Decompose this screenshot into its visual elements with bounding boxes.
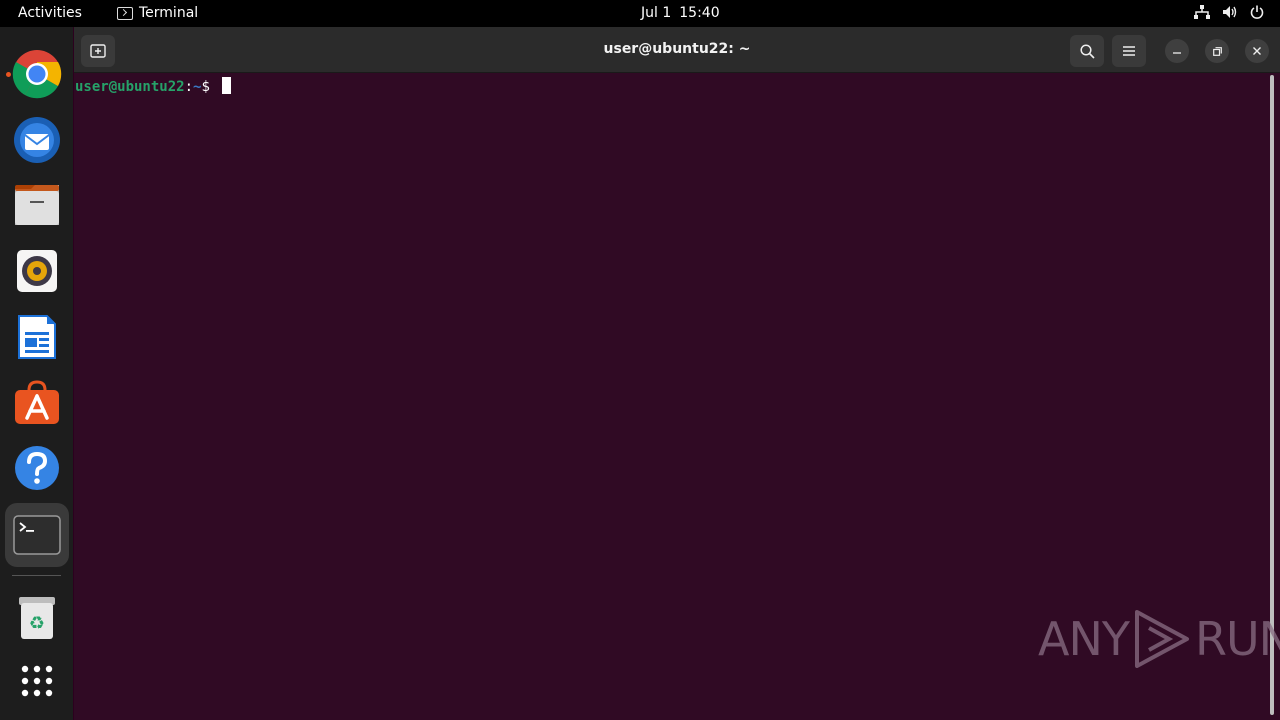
thunderbird-icon bbox=[14, 117, 60, 163]
network-icon bbox=[1194, 5, 1210, 19]
header-bar[interactable]: user@ubuntu22: ~ bbox=[74, 27, 1280, 73]
terminal-small-icon bbox=[117, 6, 133, 20]
software-icon bbox=[15, 380, 59, 424]
clock-date: Jul 1 bbox=[641, 5, 672, 21]
restore-icon bbox=[1212, 46, 1222, 56]
prompt-colon: : bbox=[184, 79, 194, 95]
app-menu-label: Terminal bbox=[139, 5, 199, 21]
maximize-button[interactable] bbox=[1205, 39, 1229, 63]
prompt-user-host: user@ubuntu22 bbox=[75, 79, 185, 95]
search-button[interactable] bbox=[1070, 35, 1104, 67]
trash-icon: ♻ bbox=[19, 597, 55, 639]
watermark-right: RUN bbox=[1194, 612, 1280, 666]
system-tray[interactable] bbox=[1194, 5, 1264, 19]
dock-item-trash[interactable]: ♻ bbox=[5, 586, 69, 650]
hamburger-menu-icon bbox=[1123, 46, 1135, 56]
prompt-symbol: $ bbox=[201, 79, 219, 95]
help-icon bbox=[15, 446, 59, 490]
chrome-icon bbox=[12, 50, 62, 99]
minimize-button[interactable] bbox=[1165, 39, 1189, 63]
dock: ♻ bbox=[0, 27, 73, 720]
app-grid-icon bbox=[21, 665, 53, 697]
prompt-line: user@ubuntu22:~$ bbox=[75, 77, 232, 95]
top-bar: Activities Terminal Jul 1 15:40 bbox=[0, 0, 1280, 27]
terminal-icon bbox=[13, 515, 61, 555]
minimize-icon bbox=[1173, 52, 1181, 54]
watermark: ANY RUN bbox=[1038, 608, 1280, 670]
power-icon bbox=[1250, 5, 1264, 19]
close-button[interactable] bbox=[1245, 39, 1269, 63]
files-icon bbox=[15, 185, 59, 225]
app-menu[interactable]: Terminal bbox=[117, 5, 198, 21]
dock-separator bbox=[12, 575, 61, 576]
play-logo-icon bbox=[1134, 610, 1189, 668]
svg-text:♻: ♻ bbox=[29, 613, 45, 634]
text-cursor bbox=[222, 77, 232, 94]
clock[interactable]: Jul 1 15:40 bbox=[641, 5, 720, 21]
close-icon bbox=[1253, 47, 1261, 55]
dock-item-help[interactable] bbox=[5, 436, 69, 500]
dock-item-chrome[interactable] bbox=[5, 42, 69, 106]
clock-time: 15:40 bbox=[679, 5, 720, 21]
dock-item-show-applications[interactable] bbox=[5, 649, 69, 713]
dock-item-software[interactable] bbox=[5, 371, 69, 435]
dock-item-files[interactable] bbox=[5, 173, 69, 237]
watermark-left: ANY bbox=[1038, 612, 1130, 666]
rhythmbox-icon bbox=[17, 250, 57, 292]
dock-item-terminal[interactable] bbox=[5, 503, 69, 567]
dock-item-thunderbird[interactable] bbox=[5, 107, 69, 171]
writer-icon bbox=[18, 315, 56, 359]
dock-item-writer[interactable] bbox=[5, 305, 69, 369]
search-icon bbox=[1079, 43, 1095, 59]
volume-icon bbox=[1223, 6, 1237, 18]
activities-button[interactable]: Activities bbox=[18, 5, 82, 21]
dock-item-rhythmbox[interactable] bbox=[5, 239, 69, 303]
menu-button[interactable] bbox=[1112, 35, 1146, 67]
